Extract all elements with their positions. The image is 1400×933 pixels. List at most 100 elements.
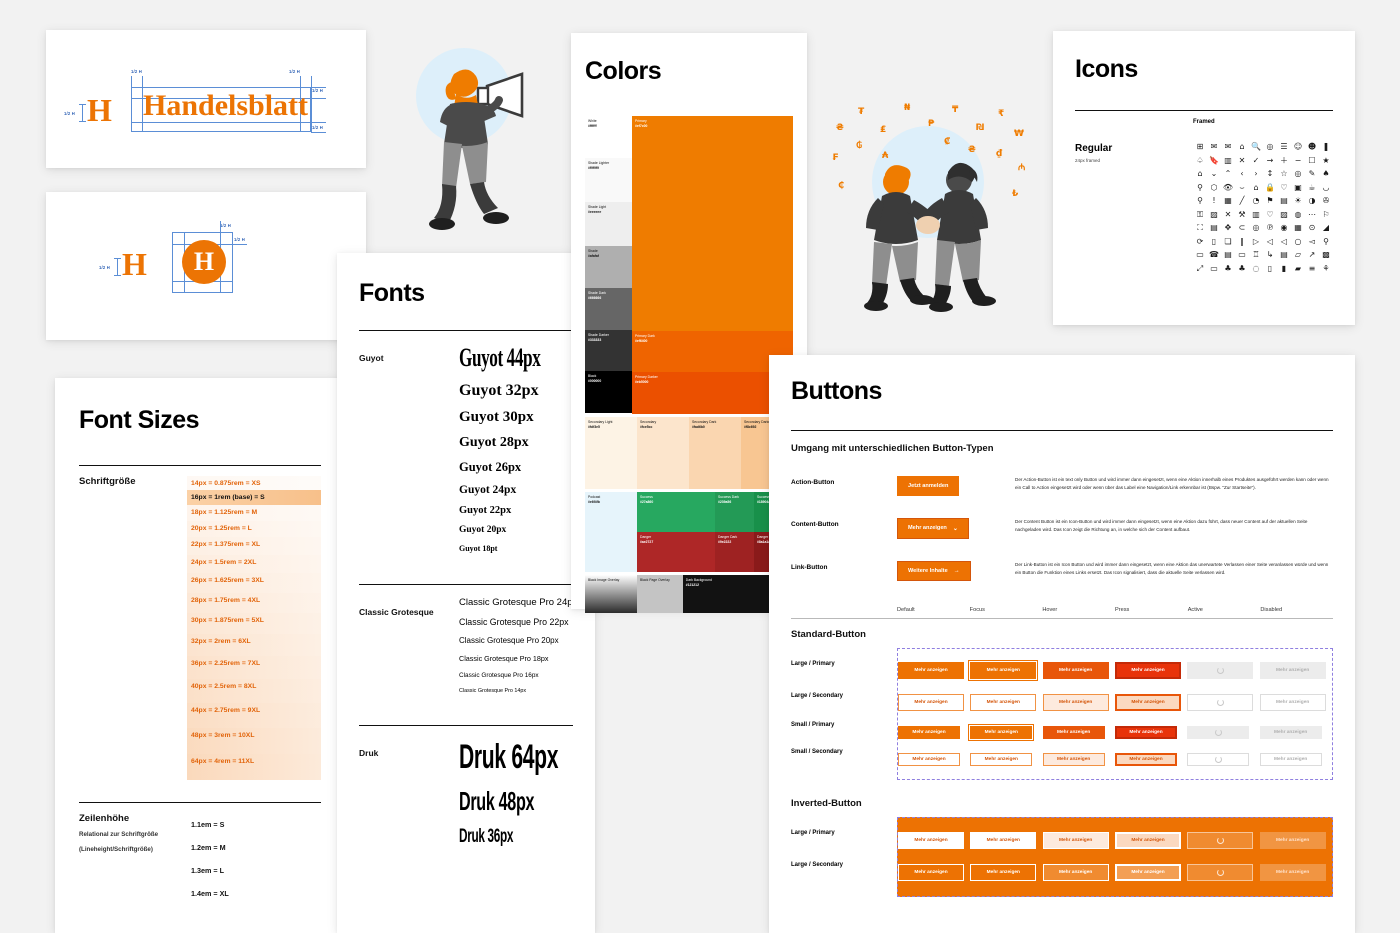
icon-cell[interactable]: ⚑ — [1263, 197, 1277, 205]
icon-cell[interactable]: ○ — [1291, 237, 1305, 246]
icon-cell[interactable]: − — [1291, 156, 1305, 165]
icon-cell[interactable]: ▤ — [1207, 224, 1221, 232]
state-button-default[interactable]: Mehr anzeigen — [898, 662, 964, 679]
icon-cell[interactable]: ◌ — [1249, 264, 1263, 273]
icon-cell[interactable]: ‖ — [1235, 237, 1249, 246]
icon-cell[interactable]: ◡ — [1319, 183, 1333, 192]
icon-cell[interactable]: ▩ — [1319, 251, 1333, 259]
state-button-hover[interactable]: Mehr anzeigen — [1042, 832, 1109, 849]
state-button-press[interactable]: Mehr anzeigen — [1114, 832, 1181, 849]
icon-cell[interactable]: ☰ — [1277, 143, 1291, 151]
icon-cell[interactable]: ☻ — [1305, 143, 1319, 151]
icon-cell[interactable]: ◎ — [1291, 170, 1305, 178]
icon-cell[interactable]: ⌃ — [1221, 170, 1235, 178]
icon-cell[interactable]: ☕ — [1305, 183, 1319, 192]
icon-cell[interactable]: ✉ — [1207, 143, 1221, 151]
icon-cell[interactable]: ♣ — [1235, 264, 1249, 273]
icon-cell[interactable]: ▣ — [1291, 183, 1305, 192]
icon-cell[interactable]: ▰ — [1291, 264, 1305, 273]
icon-cell[interactable]: ↕ — [1263, 170, 1277, 178]
icon-cell[interactable]: ⤢ — [1193, 264, 1207, 273]
icon-cell[interactable]: ⚿ — [1193, 210, 1207, 219]
state-button-default[interactable]: Mehr anzeigen — [898, 864, 964, 881]
icon-cell[interactable]: ⛶ — [1193, 224, 1207, 232]
icon-cell[interactable]: ☐ — [1305, 156, 1319, 165]
icon-cell[interactable]: ⌂ — [1235, 143, 1249, 151]
icon-cell[interactable]: ▭ — [1193, 251, 1207, 259]
state-button-press[interactable]: Mehr anzeigen — [1114, 662, 1181, 679]
example-button[interactable]: Mehr anzeigen ⌄ — [897, 517, 969, 539]
icon-cell[interactable]: ▤ — [1221, 251, 1235, 259]
icon-cell[interactable]: ▭ — [1207, 264, 1221, 273]
icon-cell[interactable]: ▷ — [1249, 237, 1263, 246]
icon-cell[interactable]: ✉ — [1221, 143, 1235, 151]
state-button-press[interactable]: Mehr anzeigen — [1114, 725, 1177, 739]
icon-cell[interactable]: ‹ — [1235, 170, 1249, 178]
icon-cell[interactable]: ♖ — [1249, 251, 1263, 259]
icon-cell[interactable]: ☺ — [1291, 143, 1305, 151]
icon-cell[interactable]: ◢ — [1319, 224, 1333, 232]
icon-cell[interactable]: ☆ — [1277, 170, 1291, 178]
icon-cell[interactable]: ❏ — [1221, 237, 1235, 246]
state-button-press[interactable]: Mehr anzeigen — [1114, 694, 1181, 711]
icon-cell[interactable]: ✕ — [1235, 156, 1249, 165]
icon-cell[interactable]: ▦ — [1291, 224, 1305, 232]
state-button-default[interactable]: Mehr anzeigen — [898, 694, 964, 711]
icon-cell[interactable]: ◅ — [1305, 237, 1319, 246]
icon-cell[interactable]: › — [1249, 170, 1263, 178]
icon-cell[interactable]: ◉ — [1277, 224, 1291, 232]
icon-cell[interactable]: ▤ — [1277, 197, 1291, 205]
icon-cell[interactable]: ◁ — [1277, 237, 1291, 246]
icon-cell[interactable]: ⌄ — [1207, 170, 1221, 178]
state-button-hover[interactable]: Mehr anzeigen — [1042, 864, 1109, 881]
icon-cell[interactable]: ◎ — [1263, 143, 1277, 151]
icon-cell[interactable]: ⊂ — [1235, 224, 1249, 232]
example-button[interactable]: Jetzt anmelden — [897, 476, 960, 496]
icon-cell[interactable]: ▥ — [1221, 156, 1235, 165]
icon-cell[interactable]: ▭ — [1235, 251, 1249, 259]
icon-cell[interactable]: ℗ — [1263, 224, 1277, 232]
icon-cell[interactable]: 🔍 — [1249, 143, 1263, 151]
icon-cell[interactable]: ⌂ — [1249, 183, 1263, 192]
icon-cell[interactable]: ☀ — [1291, 197, 1305, 205]
state-button-default[interactable]: Mehr anzeigen — [898, 752, 960, 766]
icon-cell[interactable]: ▮ — [1277, 264, 1291, 273]
icon-cell[interactable]: ◎ — [1249, 224, 1263, 232]
icon-cell[interactable]: ⚘ — [1319, 264, 1333, 273]
icon-cell[interactable]: ⚲ — [1193, 197, 1207, 205]
state-button-focus[interactable]: Mehr anzeigen — [968, 660, 1039, 681]
icon-cell[interactable]: ⊞ — [1193, 143, 1207, 151]
state-button-focus[interactable]: Mehr anzeigen — [970, 864, 1037, 881]
icon-cell[interactable]: ◑ — [1305, 197, 1319, 205]
icon-cell[interactable]: ＋ — [1277, 156, 1291, 165]
icon-cell[interactable]: ▥ — [1249, 210, 1263, 219]
icon-cell[interactable]: ❚ — [1319, 143, 1333, 151]
icon-cell[interactable]: ◁ — [1263, 237, 1277, 246]
icon-cell[interactable]: ▯ — [1207, 237, 1221, 246]
icon-cell[interactable]: ▦ — [1221, 197, 1235, 205]
icon-cell[interactable]: ♤ — [1193, 156, 1207, 165]
state-button-hover[interactable]: Mehr anzeigen — [1042, 694, 1109, 711]
icon-cell[interactable]: ☎ — [1207, 251, 1221, 259]
icon-cell[interactable]: ✥ — [1221, 224, 1235, 232]
example-button[interactable]: Weitere Inhalte → — [897, 560, 971, 581]
state-button-focus[interactable]: Mehr anzeigen — [970, 694, 1037, 711]
state-button-focus[interactable]: Mehr anzeigen — [970, 752, 1033, 766]
icon-cell[interactable]: → — [1263, 156, 1277, 165]
icon-cell[interactable]: ♡ — [1277, 183, 1291, 192]
icon-cell[interactable]: 👁 — [1221, 183, 1235, 192]
icon-cell[interactable]: ↳ — [1263, 251, 1277, 259]
icon-cell[interactable]: ✇ — [1319, 197, 1333, 205]
state-button-hover[interactable]: Mehr anzeigen — [1042, 725, 1105, 739]
icon-cell[interactable]: ⌣ — [1235, 183, 1249, 192]
icon-cell[interactable]: ⚲ — [1193, 183, 1207, 192]
icon-cell[interactable]: ◍ — [1291, 210, 1305, 219]
icon-cell[interactable]: ⊙ — [1305, 224, 1319, 232]
icon-cell[interactable]: ! — [1207, 197, 1221, 205]
icon-cell[interactable]: ⋯ — [1305, 210, 1319, 219]
icon-cell[interactable]: ▨ — [1277, 210, 1291, 219]
icon-cell[interactable]: ⚲ — [1319, 237, 1333, 246]
icon-cell[interactable]: 🔖 — [1207, 156, 1221, 165]
icon-cell[interactable]: ✓ — [1249, 156, 1263, 165]
state-button-focus[interactable]: Mehr anzeigen — [968, 723, 1035, 741]
